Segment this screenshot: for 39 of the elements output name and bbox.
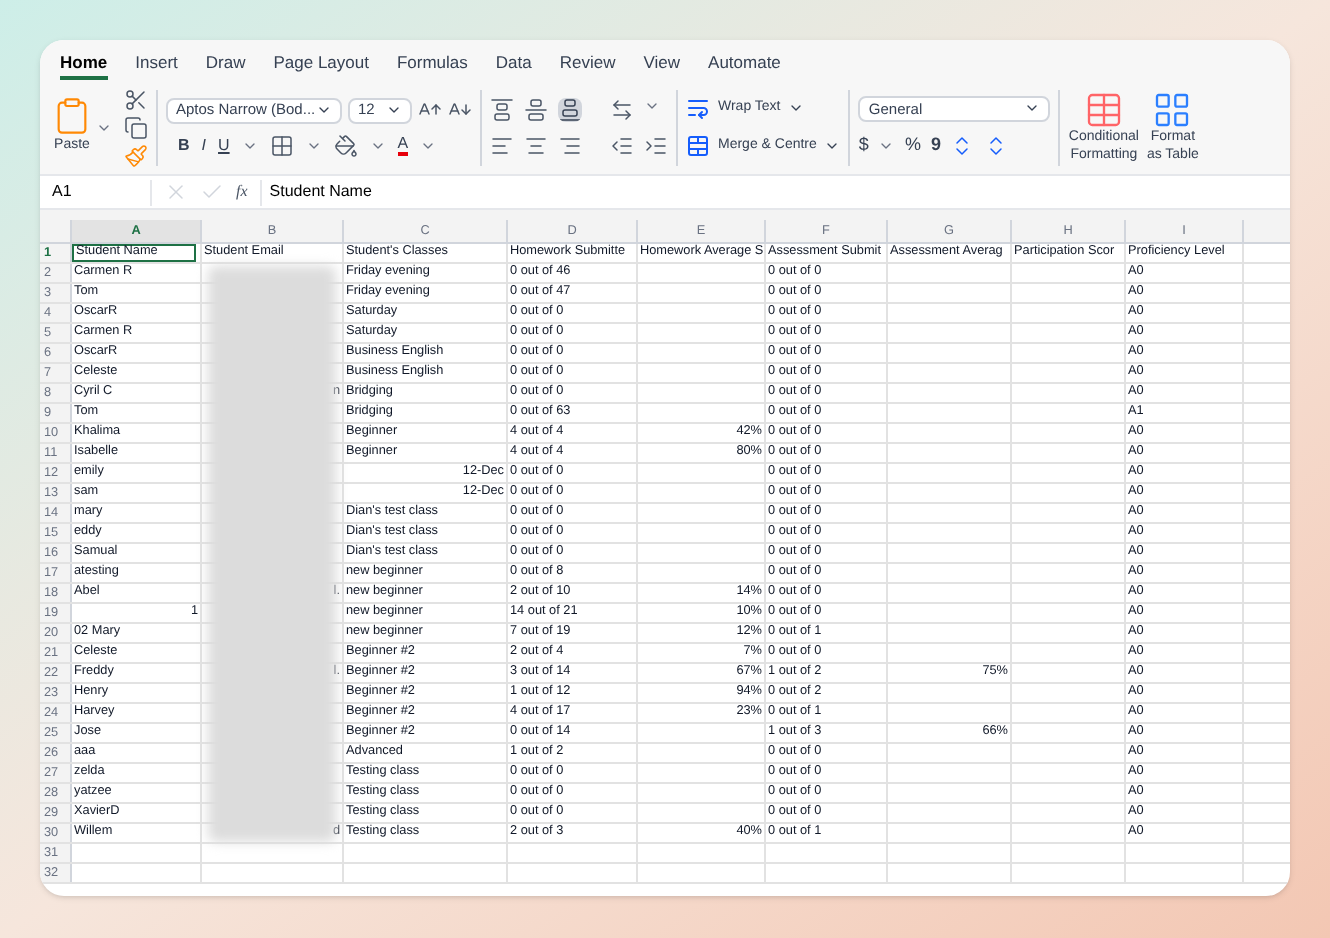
ribbon-tab[interactable]: Insert: [135, 53, 178, 80]
decrease-indent-icon[interactable]: [610, 133, 634, 157]
align-top-icon[interactable]: [490, 97, 514, 121]
italic-button[interactable]: I: [201, 133, 207, 157]
borders-icon[interactable]: [269, 133, 294, 157]
ribbon-tab[interactable]: View: [643, 53, 681, 80]
function-label[interactable]: fx: [236, 180, 248, 204]
ribbon-tab[interactable]: Formulas: [396, 53, 468, 80]
ribbon-tab[interactable]: Page Layout: [273, 53, 369, 80]
wrap-text-icon: [686, 96, 710, 120]
caret-icon: [316, 102, 332, 118]
caret-icon: [788, 100, 805, 116]
ribbon-tab[interactable]: Data: [495, 53, 532, 80]
fill-color-icon[interactable]: [333, 133, 358, 157]
name-box[interactable]: A1: [48, 179, 152, 205]
align-middle-icon[interactable]: [524, 97, 548, 121]
ribbon-tab[interactable]: Review: [559, 53, 616, 80]
copy-icon[interactable]: [124, 115, 148, 139]
increase-indent-icon[interactable]: [644, 133, 668, 157]
underline-button[interactable]: U: [218, 133, 230, 157]
percent-button[interactable]: %: [904, 131, 921, 159]
cut-icon[interactable]: [124, 87, 148, 111]
table-grid-icon: [1152, 89, 1193, 130]
font-color-button[interactable]: A: [397, 135, 409, 155]
comma-style-button[interactable]: 9: [930, 131, 941, 159]
align-right-icon[interactable]: [558, 133, 582, 157]
currency-button[interactable]: $: [858, 131, 869, 159]
bold-button[interactable]: B: [178, 133, 190, 157]
merge-cells-icon: [686, 134, 710, 158]
orientation-icon[interactable]: [610, 97, 634, 121]
align-bottom-icon[interactable]: [558, 97, 582, 121]
caret-icon: [386, 102, 402, 118]
highlighted-table-icon: [1083, 89, 1124, 130]
ribbon-tab[interactable]: Automate: [708, 53, 781, 80]
align-left-icon[interactable]: [490, 133, 514, 157]
formula-field[interactable]: Student Name: [259, 179, 1282, 205]
caret-icon: [824, 138, 841, 154]
align-center-icon[interactable]: [524, 133, 548, 157]
ribbon-tab[interactable]: Draw: [205, 53, 246, 80]
